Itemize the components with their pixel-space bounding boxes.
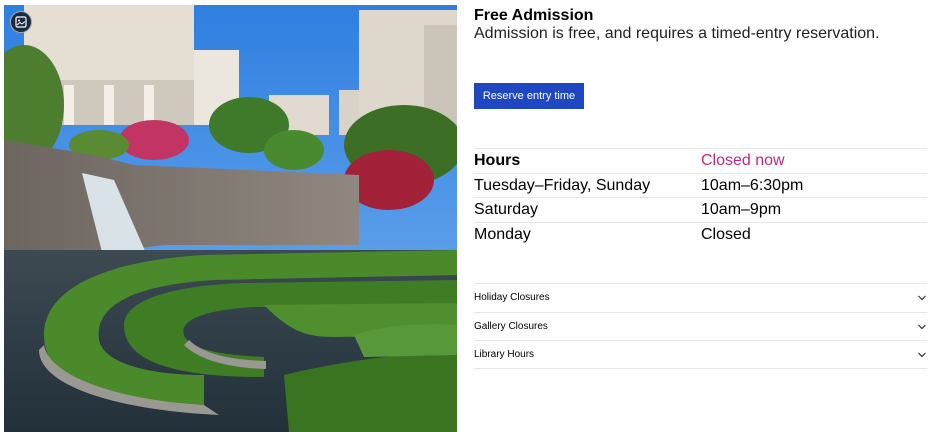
image-caption-icon[interactable] — [10, 11, 32, 33]
accordion-label: Library Hours — [474, 349, 535, 360]
hours-day: Saturday — [474, 201, 539, 218]
hours-day: Tuesday–Friday, Sunday — [474, 176, 651, 194]
hours-row: Tuesday–Friday, Sunday 10am–6:30pm — [474, 172, 927, 198]
reserve-entry-button[interactable]: Reserve entry time — [474, 83, 584, 109]
status-badge: Closed now — [701, 152, 785, 169]
hours-time: Closed — [701, 225, 751, 243]
accordion-library-hours[interactable]: Library Hours — [474, 340, 927, 369]
hours-time: 10am–6:30pm — [701, 176, 804, 194]
hours-heading: Hours — [474, 152, 521, 169]
garden-illustration — [4, 5, 457, 432]
hours-row: Monday Closed — [474, 221, 927, 247]
accordion-label: Gallery Closures — [474, 320, 548, 332]
accordion-gallery-closures[interactable]: Gallery Closures — [474, 311, 927, 341]
hours-row: Saturday 10am–9pm — [474, 197, 927, 222]
hours-table: Hours Closed now Tuesday–Friday, Sunday … — [474, 148, 927, 246]
caption-glyph — [15, 16, 27, 28]
admission-title: Free Admission — [474, 7, 594, 24]
chevron-down-icon — [918, 352, 926, 358]
hours-day: Monday — [474, 225, 531, 243]
accordion-holiday-closures[interactable]: Holiday Closures — [474, 283, 927, 312]
accordion-label: Holiday Closures — [474, 292, 550, 303]
hours-header-row: Hours Closed now — [474, 148, 927, 173]
admission-description: Admission is free, and requires a timed-… — [474, 25, 880, 42]
closures-accordion: Holiday Closures Gallery Closures Librar… — [474, 283, 927, 369]
hours-time: 10am–9pm — [701, 201, 782, 218]
chevron-down-icon — [918, 295, 926, 301]
chevron-down-icon — [918, 324, 926, 329]
garden-photo — [4, 5, 457, 432]
